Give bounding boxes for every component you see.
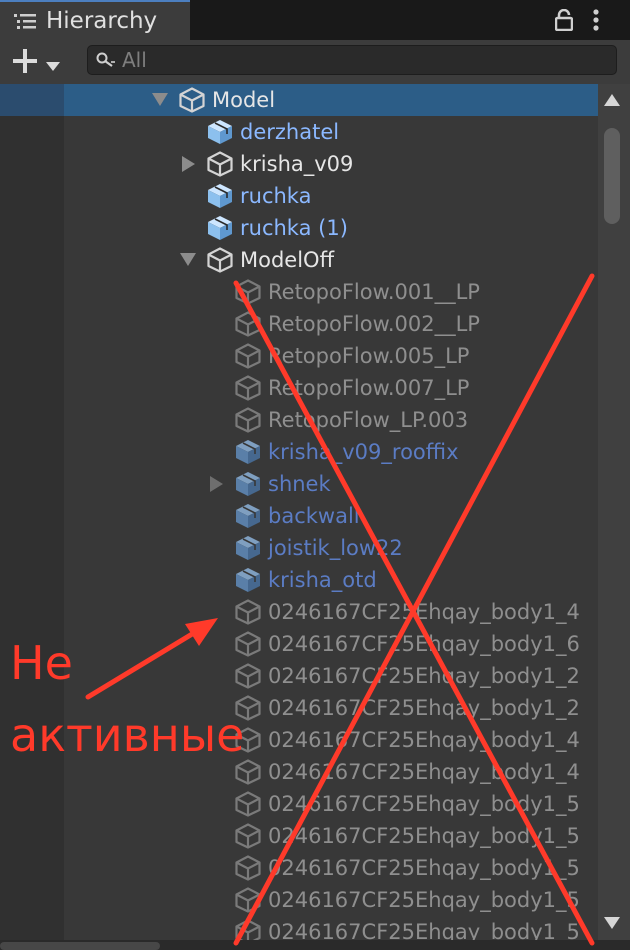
prefab-cube-icon <box>236 504 260 528</box>
gameobject-cube-icon <box>207 151 233 177</box>
tree-item[interactable]: 0246167CF25Ehqay_body1_4 <box>0 596 598 628</box>
tree-item[interactable]: ruchka <box>0 180 598 212</box>
tree-item-label: RetopoFlow.001__LP <box>268 280 480 304</box>
gameobject-cube-icon <box>235 343 261 369</box>
tab-bar: Hierarchy <box>0 0 630 40</box>
tree-item-label: 0246167CF25Ehqay_body1_5 <box>268 888 580 912</box>
expand-arrow-down-icon[interactable] <box>180 253 196 266</box>
expand-arrow-right-icon[interactable] <box>182 156 195 172</box>
prefab-cube-icon <box>236 472 260 496</box>
tree-item-label: 0246167CF25Ehqay_body1_5 <box>268 920 580 940</box>
gameobject-cube-icon <box>235 311 261 337</box>
more-options-icon[interactable] <box>592 9 600 35</box>
gameobject-cube-icon <box>235 407 261 433</box>
tree-item-label: 0246167CF25Ehqay_body1_4 <box>268 760 580 784</box>
tree-item[interactable]: 0246167CF25Ehqay_body1_5 <box>0 852 598 884</box>
prefab-cube-icon <box>208 216 232 240</box>
tree-item[interactable]: backwall <box>0 500 598 532</box>
tree-item-label: 0246167CF25Ehqay_body1_5 <box>268 856 580 880</box>
tree-item[interactable]: 0246167CF25Ehqay_body1_5 <box>0 820 598 852</box>
tree-item[interactable]: Model <box>0 84 598 116</box>
prefab-cube-icon <box>208 120 232 144</box>
tree-item-label: 0246167CF25Ehqay_body1_5 <box>268 792 580 816</box>
tree-item-label: 0246167CF25Ehqay_body1_4 <box>268 728 580 752</box>
tree-item-label: 0246167CF25Ehqay_body1_2 <box>268 696 580 720</box>
tree-item-label: ruchka (1) <box>240 216 348 240</box>
tree-item[interactable]: krisha_otd <box>0 564 598 596</box>
tree-item[interactable]: RetopoFlow_LP.003 <box>0 404 598 436</box>
tree-item[interactable]: RetopoFlow.005_LP <box>0 340 598 372</box>
lock-icon[interactable] <box>554 8 574 35</box>
tree-item-label: RetopoFlow.002__LP <box>268 312 480 336</box>
tree-item[interactable]: joistik_low22 <box>0 532 598 564</box>
tree-item[interactable]: 0246167CF25Ehqay_body1_5 <box>0 788 598 820</box>
tree-item-label: krisha_v09 <box>240 152 354 176</box>
prefab-cube-icon <box>236 568 260 592</box>
gameobject-cube-icon <box>207 247 233 273</box>
tree-item-label: backwall <box>268 504 360 528</box>
tab-hierarchy[interactable]: Hierarchy <box>0 0 190 40</box>
tree-item-label: RetopoFlow.007_LP <box>268 376 470 400</box>
tree-item-label: shnek <box>268 472 331 496</box>
tree-item[interactable]: RetopoFlow.001__LP <box>0 276 598 308</box>
add-dropdown-icon[interactable] <box>46 56 60 75</box>
gameobject-cube-icon <box>235 791 261 817</box>
tree-item[interactable]: 0246167CF25Ehqay_body1_6 <box>0 628 598 660</box>
add-icon[interactable] <box>12 48 38 78</box>
tree-item-label: joistik_low22 <box>268 536 403 560</box>
tree-item[interactable]: RetopoFlow.002__LP <box>0 308 598 340</box>
tree-item-label: 0246167CF25Ehqay_body1_5 <box>268 824 580 848</box>
tree-item-label: 0246167CF25Ehqay_body1_6 <box>268 632 580 656</box>
scrollbar-thumb[interactable] <box>604 128 620 224</box>
annotation-text-line2: активные <box>10 708 245 762</box>
horizontal-scrollbar-thumb[interactable] <box>0 942 160 950</box>
prefab-cube-icon <box>236 440 260 464</box>
gameobject-cube-icon <box>235 599 261 625</box>
tree-item-label: derzhatel <box>240 120 340 144</box>
gameobject-cube-icon <box>235 375 261 401</box>
search-input[interactable] <box>122 48 602 72</box>
scroll-up-arrow-icon[interactable] <box>604 94 620 106</box>
gameobject-cube-icon <box>179 87 205 113</box>
gameobject-cube-icon <box>235 631 261 657</box>
gameobject-cube-icon <box>235 887 261 913</box>
tree-item-label: RetopoFlow_LP.003 <box>268 408 469 432</box>
tree-item[interactable]: 0246167CF25Ehqay_body1_5 <box>0 916 598 940</box>
tree-item-label: 0246167CF25Ehqay_body1_4 <box>268 600 580 624</box>
tree-item[interactable]: 0246167CF25Ehqay_body1_5 <box>0 884 598 916</box>
tree-item[interactable]: derzhatel <box>0 116 598 148</box>
gameobject-cube-icon <box>235 279 261 305</box>
tree-item-label: krisha_otd <box>268 568 377 592</box>
tree-item-label: krisha_v09_rooffix <box>268 440 459 464</box>
tree-item-label: Model <box>212 88 276 112</box>
tree-item-label: ruchka <box>240 184 312 208</box>
tree-item-label: RetopoFlow.005_LP <box>268 344 470 368</box>
prefab-cube-icon <box>208 184 232 208</box>
tree-item[interactable]: ruchka (1) <box>0 212 598 244</box>
gameobject-cube-icon <box>235 855 261 881</box>
hierarchy-tree[interactable]: Model derzhatel krisha_v09ruchka ruchka (1)… <box>0 84 598 940</box>
search-field[interactable] <box>87 45 617 75</box>
gameobject-cube-icon <box>235 823 261 849</box>
tree-item[interactable]: krisha_v09_rooffix <box>0 436 598 468</box>
expand-arrow-down-icon[interactable] <box>152 93 168 106</box>
tree-item[interactable]: krisha_v09 <box>0 148 598 180</box>
tree-item-label: ModelOff <box>240 248 335 272</box>
scroll-down-arrow-icon[interactable] <box>604 917 620 929</box>
tab-title: Hierarchy <box>46 8 158 34</box>
tree-item[interactable]: RetopoFlow.007_LP <box>0 372 598 404</box>
selection-gutter <box>0 84 64 116</box>
gameobject-cube-icon <box>235 663 261 689</box>
tree-item[interactable]: ModelOff <box>0 244 598 276</box>
gameobject-cube-icon <box>235 919 261 940</box>
tree-item[interactable]: 0246167CF25Ehqay_body1_2 <box>0 660 598 692</box>
tree-item[interactable]: shnek <box>0 468 598 500</box>
gameobject-cube-icon <box>235 759 261 785</box>
expand-arrow-right-icon[interactable] <box>210 476 223 492</box>
prefab-cube-icon <box>236 536 260 560</box>
search-icon <box>96 52 116 74</box>
annotation-text-line1: Не <box>10 636 73 690</box>
tree-item-label: 0246167CF25Ehqay_body1_2 <box>268 664 580 688</box>
list-icon <box>14 14 36 34</box>
